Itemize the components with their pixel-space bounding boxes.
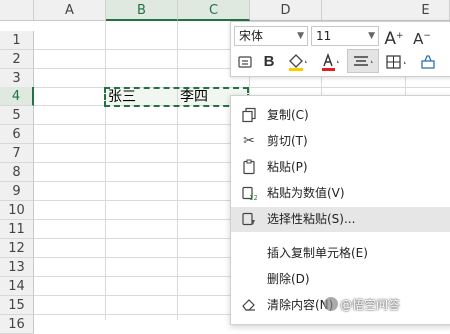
menu-item-paste-special[interactable]: 选择性粘贴(S)... xyxy=(231,207,450,232)
shrink-font-icon: A xyxy=(413,30,424,48)
align-center-button[interactable] xyxy=(347,49,379,73)
shrink-font-button[interactable]: A− xyxy=(411,25,433,48)
paste-icon xyxy=(241,159,257,175)
mini-toolbar: 宋体 ▼ 11 ▼ A+ A− B xyxy=(230,21,450,77)
menu-item-delete[interactable]: 删除(D) xyxy=(231,267,450,292)
menu-item-label: 删除(D) xyxy=(267,272,310,286)
column-header-e[interactable]: E xyxy=(322,0,450,21)
row-header-14[interactable]: 14 xyxy=(0,277,34,296)
column-header-d[interactable]: D xyxy=(250,0,322,21)
eraser-icon xyxy=(241,297,257,313)
row-header-5[interactable]: 5 xyxy=(0,106,34,125)
column-header-c[interactable]: C xyxy=(178,0,250,21)
menu-item-label: 插入复制单元格(E) xyxy=(267,246,368,260)
menu-item-label: 粘贴(P) xyxy=(267,160,308,174)
row-header-9[interactable]: 9 xyxy=(0,182,34,201)
row-header-13[interactable]: 13 xyxy=(0,258,34,277)
menu-item-paste-values[interactable]: 12 粘贴为数值(V) xyxy=(231,181,450,206)
menu-item-label: 选择性粘贴(S)... xyxy=(267,212,356,226)
font-name-select[interactable]: 宋体 ▼ xyxy=(234,26,308,46)
column-header-b[interactable]: B xyxy=(106,0,178,21)
menu-item-cut[interactable]: ✂ 剪切(T) xyxy=(231,129,450,154)
cell-c4[interactable]: 李四 xyxy=(180,88,208,107)
grow-font-button[interactable]: A+ xyxy=(383,25,405,49)
svg-text:12: 12 xyxy=(249,194,257,201)
row-header-3[interactable]: 3 xyxy=(0,69,34,88)
row-header-1[interactable]: 1 xyxy=(0,31,34,50)
menu-item-copy[interactable]: 复制(C) xyxy=(231,103,450,128)
row-header-11[interactable]: 11 xyxy=(0,220,34,239)
menu-item-label: 剪切(T) xyxy=(267,134,308,148)
cell-b4[interactable]: 张三 xyxy=(108,88,136,107)
bold-button[interactable]: B xyxy=(259,51,279,73)
row-header-10[interactable]: 10 xyxy=(0,201,34,220)
copy-icon xyxy=(241,107,257,123)
menu-item-paste[interactable]: 粘贴(P) xyxy=(231,155,450,180)
watermark-logo-icon xyxy=(324,297,338,311)
paint-bucket-icon xyxy=(289,54,307,71)
font-color-button[interactable] xyxy=(317,51,345,73)
scissors-icon: ✂ xyxy=(243,133,255,149)
row-header-8[interactable]: 8 xyxy=(0,163,34,182)
font-name-value: 宋体 xyxy=(239,29,264,43)
paste-values-icon: 12 xyxy=(241,185,258,202)
row-header-2[interactable]: 2 xyxy=(0,50,34,69)
menu-item-label: 复制(C) xyxy=(267,108,309,122)
font-size-select[interactable]: 11 ▼ xyxy=(311,26,379,46)
row-header-12[interactable]: 12 xyxy=(0,239,34,258)
row-header-7[interactable]: 7 xyxy=(0,144,34,163)
row-header-15[interactable]: 15 xyxy=(0,296,34,315)
context-menu: 复制(C) ✂ 剪切(T) 粘贴(P) 12 粘贴为数值(V) 选择性粘贴(S)… xyxy=(230,95,450,325)
menu-item-insert-copied-cells[interactable]: 插入复制单元格(E) xyxy=(231,241,450,266)
borders-icon xyxy=(386,55,406,69)
chevron-down-icon: ▼ xyxy=(368,31,375,41)
paste-special-icon xyxy=(241,211,257,227)
select-all-corner[interactable] xyxy=(0,0,34,21)
font-color-icon xyxy=(322,52,339,71)
clear-format-button[interactable] xyxy=(415,51,441,73)
format-painter-icon xyxy=(238,56,252,68)
column-header-a[interactable]: A xyxy=(34,0,106,21)
fill-color-button[interactable] xyxy=(283,51,313,73)
eraser-icon xyxy=(421,55,435,69)
grow-font-icon: A xyxy=(384,29,397,49)
chevron-down-icon: ▼ xyxy=(297,31,304,41)
align-center-icon xyxy=(354,56,373,66)
row-header-16[interactable]: 16 xyxy=(0,315,34,334)
menu-item-label: 粘贴为数值(V) xyxy=(267,186,345,200)
format-painter-button[interactable] xyxy=(234,51,256,73)
font-size-value: 11 xyxy=(316,29,332,43)
row-header-4[interactable]: 4 xyxy=(0,87,34,106)
borders-button[interactable] xyxy=(383,51,411,73)
watermark: @悟空问答 xyxy=(340,298,401,312)
row-header-6[interactable]: 6 xyxy=(0,125,34,144)
